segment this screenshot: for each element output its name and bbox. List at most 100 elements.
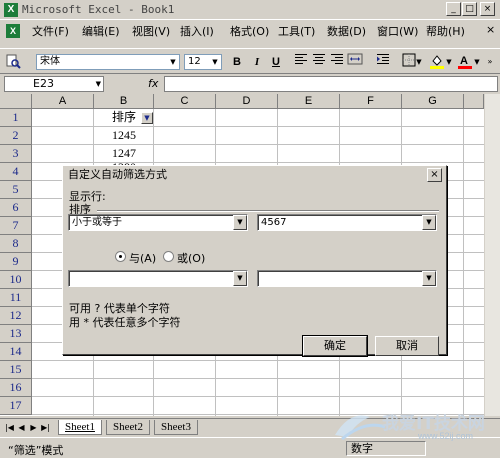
excel-app-icon: X xyxy=(4,3,18,17)
row-header-17[interactable]: 17 xyxy=(0,397,32,415)
menu-edit[interactable]: 编辑(E) xyxy=(82,23,120,39)
align-center-icon[interactable] xyxy=(310,53,328,71)
align-right-icon[interactable] xyxy=(328,53,346,71)
font-name-dropdown-icon[interactable]: ▼ xyxy=(168,55,178,69)
first-sheet-icon[interactable]: |◀ xyxy=(4,422,15,434)
menu-data[interactable]: 数据(D) xyxy=(327,23,366,39)
row-header-12[interactable]: 12 xyxy=(0,307,32,325)
cell-b1[interactable]: 排序 xyxy=(112,109,136,126)
vertical-scrollbar[interactable] xyxy=(484,94,500,416)
watermark-logo: 我爱IT技术网 www.52ij.com xyxy=(330,405,495,445)
bold-button[interactable]: B xyxy=(228,53,246,71)
menu-window[interactable]: 窗口(W) xyxy=(377,23,418,39)
cell-b2[interactable]: 1245 xyxy=(112,127,136,144)
row-header-4[interactable]: 4 xyxy=(0,163,32,181)
select-all-corner[interactable] xyxy=(0,94,32,109)
toolbar-options-icon[interactable]: » xyxy=(484,53,496,71)
column-header-f[interactable]: F xyxy=(340,94,402,109)
column-header-b[interactable]: B xyxy=(94,94,154,109)
row-header-15[interactable]: 15 xyxy=(0,361,32,379)
column-header-d[interactable]: D xyxy=(216,94,278,109)
row-header-7[interactable]: 7 xyxy=(0,217,32,235)
menu-file[interactable]: 文件(F) xyxy=(32,23,69,39)
row-header-13[interactable]: 13 xyxy=(0,325,32,343)
align-left-icon[interactable] xyxy=(292,53,310,71)
value1-dropdown-icon[interactable]: ▼ xyxy=(422,215,436,230)
row-header-6[interactable]: 6 xyxy=(0,199,32,217)
borders-dropdown-icon[interactable]: ▼ xyxy=(414,53,424,71)
value2-dropdown-icon[interactable]: ▼ xyxy=(422,271,436,286)
or-label[interactable]: 或(O) xyxy=(177,250,205,266)
operator2-select[interactable]: ▼ xyxy=(68,270,248,287)
workbook-icon[interactable]: X xyxy=(6,24,20,38)
row-header-8[interactable]: 8 xyxy=(0,235,32,253)
row-header-2[interactable]: 2 xyxy=(0,127,32,145)
font-color-dropdown-icon[interactable]: ▼ xyxy=(472,53,482,71)
watermark-url: www.52ij.com xyxy=(418,431,474,441)
column-header-a[interactable]: A xyxy=(32,94,94,109)
row-header-14[interactable]: 14 xyxy=(0,343,32,361)
value1-combo[interactable]: 4567 ▼ xyxy=(257,214,437,231)
name-box[interactable]: E23 ▼ xyxy=(4,76,104,92)
menu-bar: X 文件(F) 编辑(E) 视图(V) 插入(I) 格式(O) 工具(T) 数据… xyxy=(0,20,500,42)
font-size-dropdown-icon[interactable]: ▼ xyxy=(210,55,220,69)
row-header-3[interactable]: 3 xyxy=(0,145,32,163)
dialog-close-button[interactable]: × xyxy=(427,168,442,182)
column-header-e[interactable]: E xyxy=(278,94,340,109)
cancel-button[interactable]: 取消 xyxy=(375,336,439,356)
column-header-h[interactable] xyxy=(464,94,484,109)
value2-combo[interactable]: ▼ xyxy=(257,270,437,287)
hint-multi-char: 用 * 代表任意多个字符 xyxy=(69,316,181,329)
indent-icon[interactable] xyxy=(374,53,392,71)
menu-help[interactable]: 帮助(H) xyxy=(426,23,465,39)
ok-button[interactable]: 确定 xyxy=(302,335,368,357)
row-header-9[interactable]: 9 xyxy=(0,253,32,271)
next-sheet-icon[interactable]: ▶ xyxy=(28,422,39,434)
menu-insert[interactable]: 插入(I) xyxy=(180,23,214,39)
formula-bar: E23 ▼ fx xyxy=(0,74,500,94)
close-button[interactable]: × xyxy=(480,2,495,16)
title-bar: X Microsoft Excel - Book1 _ □ × xyxy=(0,0,500,20)
column-header-c[interactable]: C xyxy=(154,94,216,109)
and-radio[interactable] xyxy=(115,251,126,262)
row-header-1[interactable]: 1 xyxy=(0,109,32,127)
prev-sheet-icon[interactable]: ◀ xyxy=(16,422,27,434)
operator1-dropdown-icon[interactable]: ▼ xyxy=(233,215,247,230)
operator2-dropdown-icon[interactable]: ▼ xyxy=(233,271,247,286)
last-sheet-icon[interactable]: ▶| xyxy=(40,422,51,434)
tab-sheet3[interactable]: Sheet3 xyxy=(154,420,198,435)
row-header-10[interactable]: 10 xyxy=(0,271,32,289)
menu-format[interactable]: 格式(O) xyxy=(230,23,269,39)
row-header-5[interactable]: 5 xyxy=(0,181,32,199)
font-name-value: 宋体 xyxy=(40,56,60,67)
or-radio[interactable] xyxy=(163,251,174,262)
fill-color-dropdown-icon[interactable]: ▼ xyxy=(444,53,454,71)
name-box-dropdown-icon[interactable]: ▼ xyxy=(96,77,101,91)
formula-input[interactable] xyxy=(164,76,498,92)
font-size-value: 12 xyxy=(188,56,201,67)
italic-button[interactable]: I xyxy=(248,53,266,71)
operator1-select[interactable]: 小于或等于 ▼ xyxy=(68,214,248,231)
field-separator xyxy=(97,210,439,212)
restore-button[interactable]: □ xyxy=(462,2,477,16)
menu-view[interactable]: 视图(V) xyxy=(132,23,170,39)
row-header-11[interactable]: 11 xyxy=(0,289,32,307)
menu-close-icon[interactable]: × xyxy=(486,23,495,36)
cell-reference: E23 xyxy=(33,77,54,90)
and-label[interactable]: 与(A) xyxy=(129,250,156,266)
status-mode: “筛选”模式 xyxy=(8,444,64,457)
menu-tools[interactable]: 工具(T) xyxy=(278,23,315,39)
row-header-16[interactable]: 16 xyxy=(0,379,32,397)
font-size-box[interactable]: 12 ▼ xyxy=(184,54,222,70)
underline-button[interactable]: U xyxy=(267,53,285,71)
autofilter-dropdown-icon[interactable]: ▼ xyxy=(141,112,153,124)
tab-sheet2[interactable]: Sheet2 xyxy=(106,420,150,435)
tab-sheet1[interactable]: Sheet1 xyxy=(58,420,102,435)
merge-center-icon[interactable] xyxy=(346,53,364,71)
window-title: Microsoft Excel - Book1 xyxy=(22,3,175,16)
minimize-button[interactable]: _ xyxy=(446,2,461,16)
print-preview-icon[interactable] xyxy=(4,53,22,71)
column-header-g[interactable]: G xyxy=(402,94,464,109)
insert-function-icon[interactable]: fx xyxy=(148,77,158,90)
font-name-box[interactable]: 宋体 ▼ xyxy=(36,54,180,70)
